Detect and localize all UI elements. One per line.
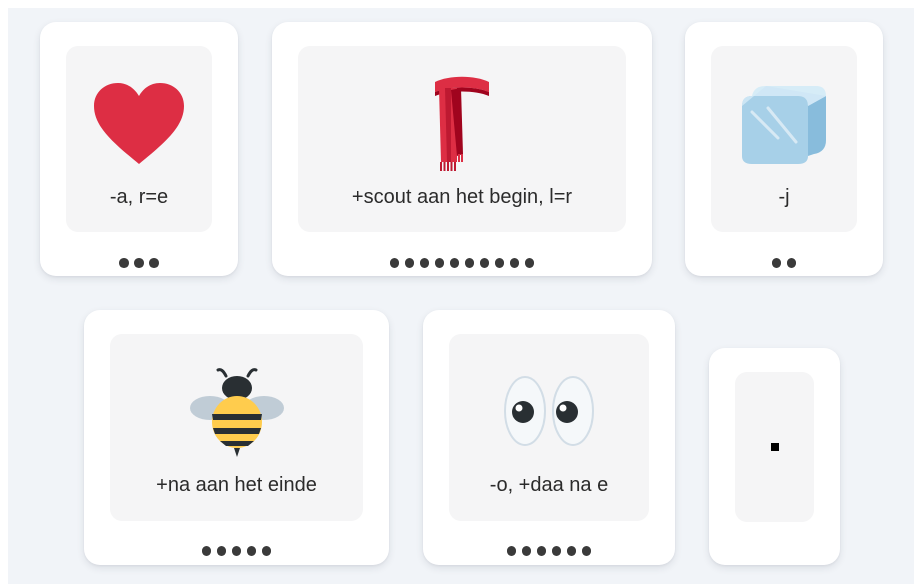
letter-slot [786,258,797,268]
letter-slot [434,258,445,268]
clue-text: -o, +daa na e [489,474,609,496]
rebus-card-period[interactable] [709,348,840,565]
rebus-card-scarf[interactable]: +scout aan het begin, l=r [272,22,652,276]
rebus-card-heart[interactable]: -a, r=e [40,22,238,276]
letter-slot [494,258,505,268]
letter-slot [261,546,272,556]
clue-text: +scout aan het begin, l=r [351,186,573,208]
picture-tile: -a, r=e [66,46,212,232]
heart-icon [94,83,184,164]
rebus-card-bee[interactable]: +na aan het einde [84,310,389,565]
letter-slot [149,258,159,268]
letter-slot [389,258,400,268]
letter-slot [119,258,129,268]
clue-text: +na aan het einde [156,474,317,496]
letter-slot [581,546,592,556]
clue-text: -a, r=e [109,186,169,208]
answer-slots [84,546,389,556]
letter-slot [509,258,520,268]
rebus-card-ice-cube[interactable]: -j [685,22,883,276]
answer-slots [685,258,883,268]
letter-slot [524,258,535,268]
letter-slot [201,546,212,556]
letter-slot [404,258,415,268]
rebus-card-eyes[interactable]: -o, +daa na e [423,310,675,565]
picture-tile: -o, +daa na e [449,334,649,521]
picture-tile: -j [711,46,857,232]
period-mark [770,443,779,451]
clue-text: -j [778,186,790,208]
letter-slot [464,258,475,268]
letter-slot [536,546,547,556]
letter-slot [246,546,257,556]
answer-slots [423,546,675,556]
letter-slot [449,258,460,268]
letter-slot [506,546,517,556]
letter-slot [771,258,782,268]
letter-slot [521,546,532,556]
letter-slot [479,258,490,268]
letter-slot [216,546,227,556]
picture-tile: +scout aan het begin, l=r [298,46,626,232]
picture-tile: +na aan het einde [110,334,363,521]
letter-slot [134,258,144,268]
letter-slot [551,546,562,556]
bee-icon [189,368,284,457]
ice-cube-icon [742,86,826,164]
eyes-icon [504,376,594,446]
answer-slots [272,258,652,268]
scarf-icon [435,76,489,171]
picture-tile [735,372,814,522]
answer-slots [40,258,238,268]
letter-slot [231,546,242,556]
letter-slot [566,546,577,556]
letter-slot [419,258,430,268]
